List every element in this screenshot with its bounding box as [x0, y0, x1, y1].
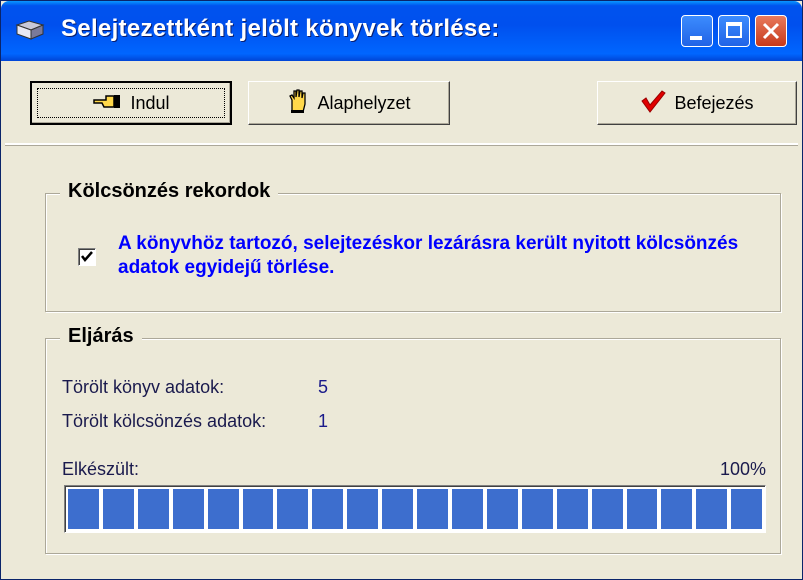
progress-segment [417, 489, 448, 529]
progress-segment [521, 489, 553, 529]
window-title: Selejtezettként jelölt könyvek törlése: [61, 15, 500, 42]
focus-rect [37, 88, 225, 118]
progress-segment [696, 489, 728, 529]
progress-segment [591, 489, 623, 529]
progress-segment [68, 489, 99, 529]
progress-segment [731, 489, 763, 529]
check-icon [81, 251, 93, 262]
progress-label: Elkészült: [62, 459, 140, 479]
finish-button[interactable]: Befejezés [597, 81, 797, 125]
deleted-loans-value: 1 [318, 411, 329, 431]
progress-segment [312, 489, 344, 529]
procedure-group-title: Eljárás [60, 325, 142, 348]
deleted-books-value: 5 [318, 377, 329, 397]
progress-segment [382, 489, 414, 529]
checkmark-icon [640, 89, 667, 118]
progress-segment [661, 489, 693, 529]
close-button[interactable] [755, 15, 787, 47]
finish-button-label: Befejezés [674, 92, 754, 113]
start-button[interactable]: Indul [30, 81, 232, 125]
progress-segment [277, 489, 309, 529]
progress-segment [556, 489, 588, 529]
progress-segment [242, 489, 274, 529]
dialog-window: Selejtezettként jelölt könyvek törlése: … [0, 0, 803, 580]
book-icon [15, 17, 45, 43]
minimize-button[interactable] [681, 15, 713, 47]
raised-hand-icon [287, 88, 309, 119]
deleted-loans-label: Törölt kölcsönzés adatok: [62, 411, 267, 431]
progress-percent: 100% [719, 459, 766, 479]
progress-segment [451, 489, 483, 529]
reset-button-label: Alaphelyzet [317, 92, 411, 113]
toolbar: Indul Alaphelyzet Befejezés [5, 63, 798, 145]
progress-segment [347, 489, 379, 529]
reset-button[interactable]: Alaphelyzet [248, 81, 450, 125]
deleted-books-label: Törölt könyv adatok: [62, 377, 225, 397]
procedure-group: Eljárás Törölt könyv adatok: 5 Törölt kö… [45, 325, 781, 554]
progress-fill [68, 489, 763, 529]
progress-segment [626, 489, 658, 529]
minimize-icon [690, 36, 702, 40]
loans-group: Kölcsönzés rekordok A könyvhöz tartozó, … [45, 180, 781, 312]
progress-segment [172, 489, 204, 529]
delete-loans-checkbox-label[interactable]: A könyvhöz tartozó, selejtezéskor lezárá… [118, 232, 758, 280]
maximize-icon [726, 22, 742, 38]
progress-bar [64, 485, 766, 533]
progress-segment [137, 489, 169, 529]
close-icon [762, 22, 780, 40]
progress-segment [486, 489, 518, 529]
maximize-button[interactable] [718, 15, 750, 47]
title-bar[interactable]: Selejtezettként jelölt könyvek törlése: [1, 1, 802, 61]
progress-segment [207, 489, 239, 529]
delete-loans-checkbox[interactable] [78, 248, 96, 266]
loans-group-title: Kölcsönzés rekordok [60, 180, 279, 203]
progress-segment [102, 489, 134, 529]
